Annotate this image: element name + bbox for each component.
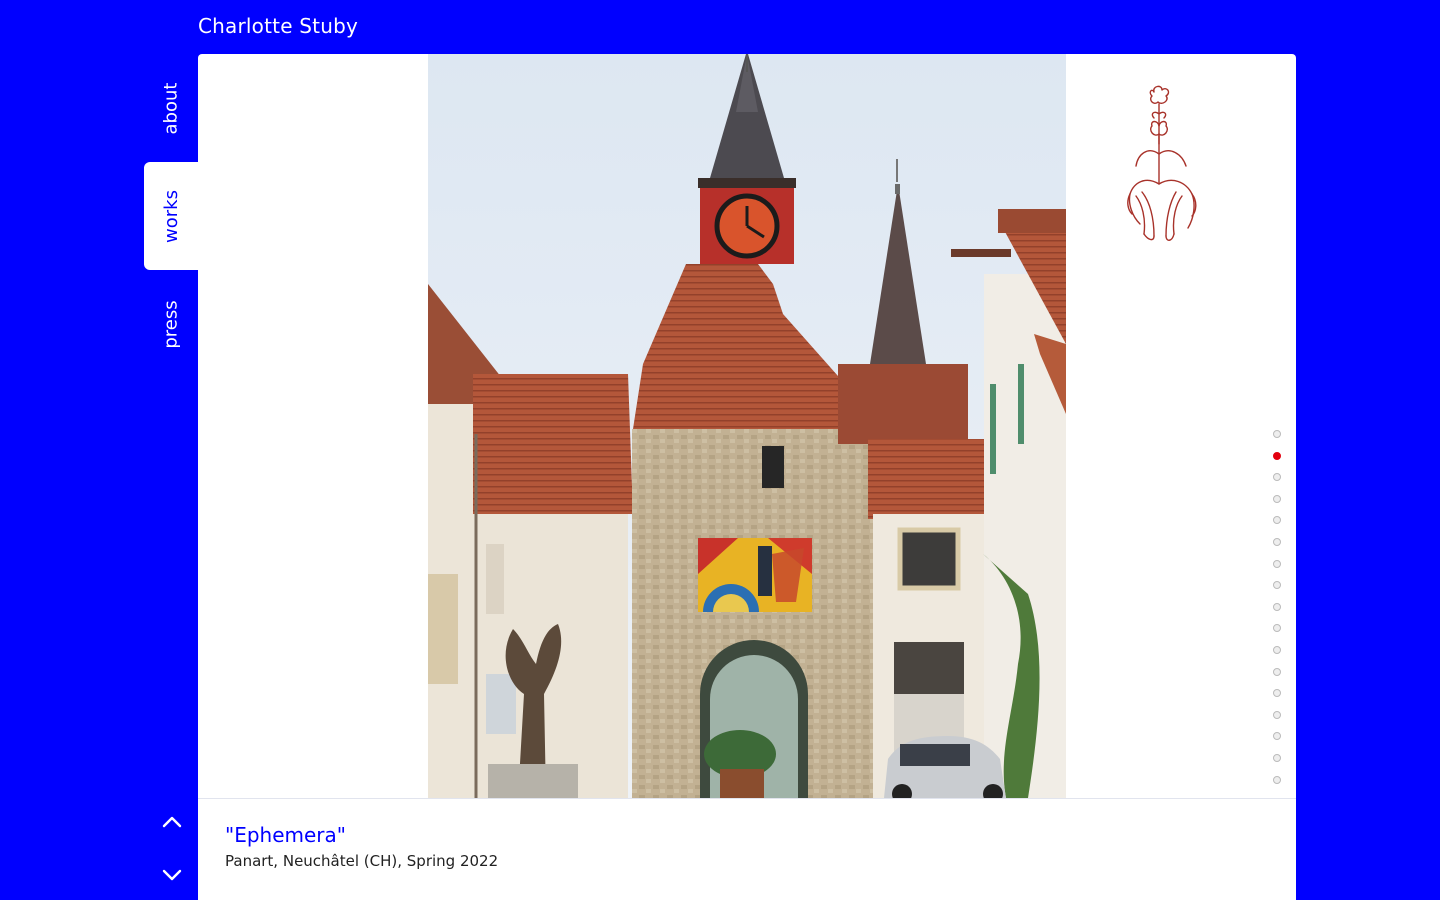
- nav-tab-about-label: about: [160, 82, 182, 134]
- slide-dot[interactable]: [1273, 689, 1281, 698]
- chevron-down-icon: [162, 869, 182, 881]
- slide-dot[interactable]: [1273, 667, 1281, 676]
- nav-tab-press[interactable]: press: [144, 272, 198, 376]
- slide-dot[interactable]: [1273, 775, 1281, 784]
- slide-dot[interactable]: [1273, 451, 1281, 460]
- slide-dot[interactable]: [1273, 753, 1281, 762]
- slide-dot[interactable]: [1273, 645, 1281, 654]
- slide-dot[interactable]: [1273, 494, 1281, 503]
- slide-dot[interactable]: [1273, 537, 1281, 546]
- flower-hands-logo-icon: [1127, 85, 1197, 241]
- nav-tab-works[interactable]: works: [144, 162, 198, 270]
- content-panel: "Ephemera" Panart, Neuchâtel (CH), Sprin…: [198, 54, 1296, 900]
- work-caption: "Ephemera" Panart, Neuchâtel (CH), Sprin…: [198, 798, 1296, 900]
- work-details: Panart, Neuchâtel (CH), Spring 2022: [225, 852, 499, 870]
- slide-dot[interactable]: [1273, 559, 1281, 568]
- work-title[interactable]: "Ephemera": [225, 823, 346, 847]
- artwork-photo-illustration: [428, 54, 1066, 798]
- site-title[interactable]: Charlotte Stuby: [198, 14, 358, 38]
- slide-indicator: [1273, 430, 1283, 797]
- slide-dot[interactable]: [1273, 516, 1281, 525]
- slide-dot[interactable]: [1273, 710, 1281, 719]
- nav-tab-works-label: works: [160, 189, 182, 243]
- next-button[interactable]: [158, 863, 186, 887]
- slide-dot[interactable]: [1273, 732, 1281, 741]
- slide-dot[interactable]: [1273, 430, 1281, 438]
- artist-logo[interactable]: [1126, 84, 1202, 244]
- previous-button[interactable]: [158, 810, 186, 834]
- slide-dot[interactable]: [1273, 624, 1281, 633]
- slide-dot[interactable]: [1273, 473, 1281, 482]
- artwork-photo[interactable]: [428, 54, 1066, 798]
- nav-tab-about[interactable]: about: [144, 56, 198, 160]
- chevron-up-icon: [162, 816, 182, 828]
- slide-dot[interactable]: [1273, 581, 1281, 590]
- slide-dot[interactable]: [1273, 602, 1281, 611]
- nav-tab-press-label: press: [160, 299, 182, 349]
